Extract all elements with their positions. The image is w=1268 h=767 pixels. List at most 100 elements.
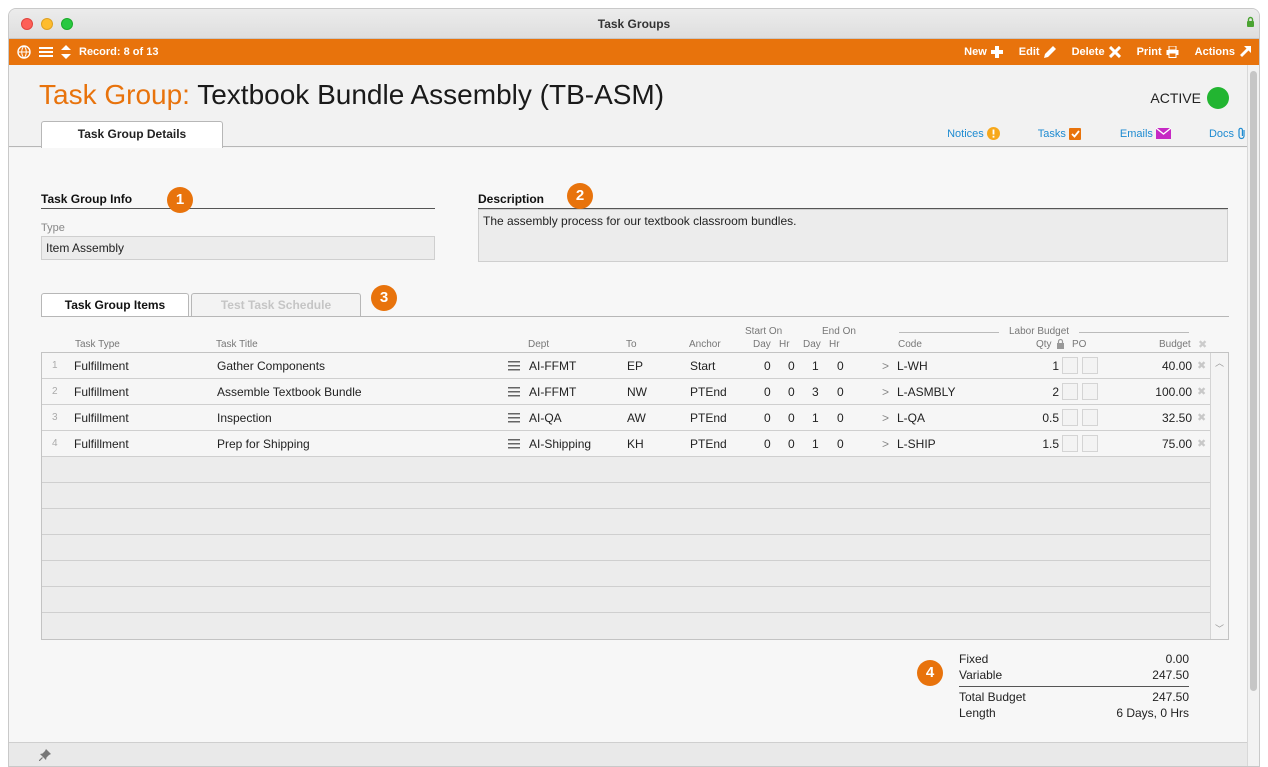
empty-row[interactable]: [42, 483, 1210, 509]
lock-checkbox[interactable]: [1062, 383, 1078, 400]
code-cell[interactable]: L-ASMBLY: [897, 385, 955, 399]
code-expand-icon[interactable]: >: [882, 411, 889, 425]
qty-cell[interactable]: 2: [1022, 385, 1059, 399]
code-expand-icon[interactable]: >: [882, 437, 889, 451]
new-button[interactable]: New: [964, 46, 1003, 58]
dept-list-icon[interactable]: [508, 413, 520, 423]
actions-button[interactable]: Actions: [1195, 46, 1251, 58]
po-checkbox[interactable]: [1082, 435, 1098, 452]
tab-test-task-schedule[interactable]: Test Task Schedule: [191, 293, 361, 317]
task-title-cell[interactable]: Prep for Shipping: [217, 437, 310, 451]
empty-row[interactable]: [42, 587, 1210, 613]
edit-button[interactable]: Edit: [1019, 46, 1056, 58]
start-day-cell[interactable]: 0: [764, 385, 771, 399]
end-hr-cell[interactable]: 0: [837, 437, 844, 451]
type-field[interactable]: Item Assembly: [41, 236, 435, 260]
to-cell[interactable]: KH: [627, 437, 644, 451]
end-day-cell[interactable]: 3: [812, 385, 819, 399]
end-hr-cell[interactable]: 0: [837, 385, 844, 399]
empty-row[interactable]: [42, 457, 1210, 483]
to-cell[interactable]: NW: [627, 385, 647, 399]
grid-scrollbar[interactable]: ︿ ﹀: [1210, 353, 1228, 639]
globe-icon[interactable]: [17, 45, 31, 59]
end-day-cell[interactable]: 1: [812, 437, 819, 451]
start-day-cell[interactable]: 0: [764, 359, 771, 373]
dept-list-icon[interactable]: [508, 387, 520, 397]
notices-link[interactable]: Notices: [947, 127, 1000, 140]
dept-cell[interactable]: AI-FFMT: [529, 359, 576, 373]
start-hr-cell[interactable]: 0: [788, 411, 795, 425]
code-cell[interactable]: L-WH: [897, 359, 928, 373]
lock-checkbox[interactable]: [1062, 357, 1078, 374]
tasks-link[interactable]: Tasks: [1038, 127, 1082, 140]
qty-cell[interactable]: 1.5: [1022, 437, 1059, 451]
docs-link[interactable]: Docs: [1209, 127, 1247, 140]
table-row[interactable]: 3 Fulfillment Inspection AI-QA AW PTEnd …: [42, 405, 1210, 431]
to-cell[interactable]: AW: [627, 411, 646, 425]
task-title-cell[interactable]: Gather Components: [217, 359, 325, 373]
code-expand-icon[interactable]: >: [882, 359, 889, 373]
start-hr-cell[interactable]: 0: [788, 437, 795, 451]
lock-checkbox[interactable]: [1062, 435, 1078, 452]
scroll-up-icon[interactable]: ︿: [1215, 356, 1224, 369]
end-hr-cell[interactable]: 0: [837, 411, 844, 425]
emails-link[interactable]: Emails: [1120, 127, 1171, 140]
po-checkbox[interactable]: [1082, 383, 1098, 400]
code-expand-icon[interactable]: >: [882, 385, 889, 399]
record-stepper-icon[interactable]: [61, 45, 71, 59]
scrollbar-thumb[interactable]: [1250, 71, 1257, 691]
budget-cell[interactable]: 40.00: [1137, 359, 1192, 373]
qty-cell[interactable]: 0.5: [1022, 411, 1059, 425]
table-row[interactable]: 4 Fulfillment Prep for Shipping AI-Shipp…: [42, 431, 1210, 457]
list-menu-icon[interactable]: [39, 46, 53, 58]
delete-row-icon[interactable]: ✖: [1197, 411, 1206, 424]
budget-cell[interactable]: 32.50: [1137, 411, 1192, 425]
end-day-cell[interactable]: 1: [812, 411, 819, 425]
delete-row-icon[interactable]: ✖: [1197, 359, 1206, 372]
table-row[interactable]: 2 Fulfillment Assemble Textbook Bundle A…: [42, 379, 1210, 405]
start-day-cell[interactable]: 0: [764, 411, 771, 425]
start-hr-cell[interactable]: 0: [788, 359, 795, 373]
tab-task-group-items[interactable]: Task Group Items: [41, 293, 189, 317]
budget-cell[interactable]: 75.00: [1137, 437, 1192, 451]
po-checkbox[interactable]: [1082, 409, 1098, 426]
task-title-cell[interactable]: Assemble Textbook Bundle: [217, 385, 362, 399]
description-field[interactable]: The assembly process for our textbook cl…: [478, 209, 1228, 262]
task-type-cell[interactable]: Fulfillment: [74, 411, 129, 425]
lock-checkbox[interactable]: [1062, 409, 1078, 426]
code-cell[interactable]: L-SHIP: [897, 437, 936, 451]
qty-cell[interactable]: 1: [1022, 359, 1059, 373]
dept-list-icon[interactable]: [508, 361, 520, 371]
po-checkbox[interactable]: [1082, 357, 1098, 374]
delete-button[interactable]: Delete: [1072, 46, 1121, 58]
task-type-cell[interactable]: Fulfillment: [74, 359, 129, 373]
empty-row[interactable]: [42, 509, 1210, 535]
window-scrollbar[interactable]: [1247, 65, 1259, 766]
delete-row-icon[interactable]: ✖: [1197, 437, 1206, 450]
anchor-cell[interactable]: PTEnd: [690, 411, 727, 425]
dept-cell[interactable]: AI-FFMT: [529, 385, 576, 399]
task-type-cell[interactable]: Fulfillment: [74, 437, 129, 451]
delete-row-icon[interactable]: ✖: [1197, 385, 1206, 398]
anchor-cell[interactable]: PTEnd: [690, 437, 727, 451]
anchor-cell[interactable]: Start: [690, 359, 715, 373]
dept-cell[interactable]: AI-QA: [529, 411, 562, 425]
start-day-cell[interactable]: 0: [764, 437, 771, 451]
tab-task-group-details[interactable]: Task Group Details: [41, 121, 223, 148]
empty-row[interactable]: [42, 535, 1210, 561]
empty-row[interactable]: [42, 613, 1210, 639]
print-button[interactable]: Print: [1137, 46, 1179, 58]
start-hr-cell[interactable]: 0: [788, 385, 795, 399]
task-type-cell[interactable]: Fulfillment: [74, 385, 129, 399]
dept-list-icon[interactable]: [508, 439, 520, 449]
task-title-cell[interactable]: Inspection: [217, 411, 272, 425]
anchor-cell[interactable]: PTEnd: [690, 385, 727, 399]
dept-cell[interactable]: AI-Shipping: [529, 437, 591, 451]
code-cell[interactable]: L-QA: [897, 411, 925, 425]
end-day-cell[interactable]: 1: [812, 359, 819, 373]
end-hr-cell[interactable]: 0: [837, 359, 844, 373]
table-row[interactable]: 1 Fulfillment Gather Components AI-FFMT …: [42, 353, 1210, 379]
scroll-down-icon[interactable]: ﹀: [1215, 622, 1224, 635]
empty-row[interactable]: [42, 561, 1210, 587]
pin-icon[interactable]: [39, 749, 51, 761]
